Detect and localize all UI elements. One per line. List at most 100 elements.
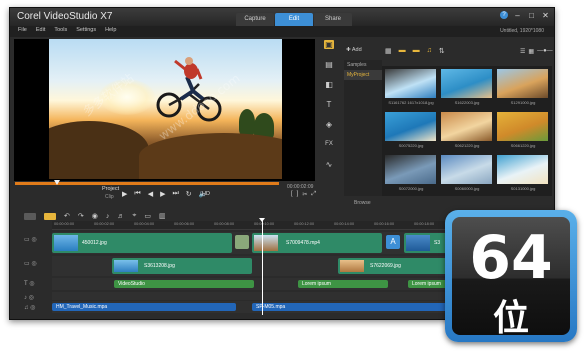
title-bar: Corel VideoStudio X7 Capture Edit Share …	[10, 8, 554, 26]
timeline-clip[interactable]: S7009478.mp4	[252, 233, 382, 253]
clip-name: S3	[434, 240, 441, 246]
audio-clip[interactable]: HM_Travel_Music.mpa	[52, 303, 236, 311]
play-icon[interactable]: ▶	[122, 190, 127, 198]
title-track-head[interactable]: T ◎	[24, 280, 34, 287]
close-icon[interactable]: ✕	[541, 11, 550, 20]
undo-icon[interactable]: ↶	[64, 212, 70, 220]
ruler-tick: 00:00:04:00	[134, 222, 155, 226]
split-icon[interactable]: ✂	[302, 191, 307, 198]
title-clip[interactable]: VideoStudio	[114, 280, 254, 288]
auto-music-icon[interactable]: ♬	[117, 213, 124, 220]
maximize-icon[interactable]: □	[527, 11, 536, 20]
clip-thumbnail	[114, 260, 138, 272]
menu-settings[interactable]: Settings	[76, 27, 96, 33]
library-thumbnail[interactable]	[497, 155, 548, 184]
motion-tracking-icon[interactable]: ⌖	[132, 212, 136, 220]
voice-track-head[interactable]: ♪ ◎	[24, 294, 34, 301]
video-track-head[interactable]: ▭ ◎	[24, 236, 37, 243]
menu-edit[interactable]: Edit	[36, 27, 45, 33]
storyboard-view-icon[interactable]	[24, 212, 36, 220]
next-frame-icon[interactable]: ▶	[160, 190, 165, 198]
multi-camera-icon[interactable]: ▥	[159, 212, 166, 220]
add-folder-button[interactable]: ✚ Add	[346, 47, 362, 53]
library-thumbnail[interactable]	[385, 155, 436, 184]
transition-icon[interactable]: ◧	[324, 80, 334, 89]
previous-frame-icon[interactable]: ◀	[148, 190, 153, 198]
folder-myproject[interactable]: MyProject	[344, 70, 382, 80]
library-thumbnail[interactable]	[385, 112, 436, 141]
show-audio-icon[interactable]: ♫	[427, 47, 432, 55]
overlay-clip[interactable]: S7622069.jpg	[338, 258, 448, 274]
library-scrollbar[interactable]	[554, 66, 555, 194]
badge-number: 64	[469, 223, 553, 293]
media-icon[interactable]: ▣	[324, 40, 334, 49]
home-icon[interactable]: ⏮	[134, 190, 140, 198]
audio-clip[interactable]: SP-M05.mpa	[252, 303, 452, 311]
library-thumbnail[interactable]	[441, 155, 492, 184]
show-photos-icon[interactable]: ▬	[413, 47, 420, 55]
tab-capture[interactable]: Capture	[236, 13, 274, 26]
end-icon[interactable]: ⏭	[172, 190, 178, 198]
help-icon[interactable]: ?	[500, 11, 508, 19]
timeline-playhead[interactable]	[262, 219, 263, 315]
timeline-scrollbar[interactable]	[80, 319, 320, 320]
filter-icon[interactable]: FX	[324, 140, 334, 149]
library-thumbnail[interactable]	[441, 69, 492, 98]
overlay-clip[interactable]: S3613208.jpg	[112, 258, 252, 274]
library-thumbnail[interactable]	[497, 69, 548, 98]
redo-icon[interactable]: ↷	[78, 212, 84, 220]
mark-in-icon[interactable]: [	[291, 191, 293, 198]
repeat-icon[interactable]: ↻	[186, 190, 192, 198]
timeline-view-icon[interactable]	[44, 212, 56, 220]
menu-tools[interactable]: Tools	[54, 27, 67, 33]
sound-mixer-icon[interactable]: ♪	[106, 213, 110, 220]
import-folder-icon[interactable]: ▦	[385, 47, 392, 55]
window-controls: ? – □ ✕	[500, 11, 550, 20]
clip-name: HM_Travel_Music.mpa	[56, 304, 108, 310]
timeline-clip[interactable]: 450012.jpg	[52, 233, 232, 253]
zoom-slider[interactable]: —●—	[537, 48, 553, 55]
subtitle-editor-icon[interactable]: ▭	[144, 212, 151, 220]
path-icon[interactable]: ∿	[324, 160, 334, 169]
music-track-head[interactable]: ♫ ◎	[24, 304, 35, 311]
timecode: 00:00:02:09	[287, 184, 314, 190]
transition-clip[interactable]	[235, 235, 249, 249]
mark-out-icon[interactable]: ]	[297, 191, 299, 198]
transport-controls: ▶ ⏮ ◀ ▶ ⏭ ↻ 🔈	[122, 190, 207, 198]
project-mode-label[interactable]: Project	[102, 186, 119, 192]
tab-share[interactable]: Share	[314, 13, 352, 26]
overlay-track-head[interactable]: ▭ ◎	[24, 260, 37, 267]
minimize-icon[interactable]: –	[513, 11, 522, 20]
thumbnail-view-icon[interactable]: ▦	[528, 48, 534, 55]
graphic-icon[interactable]: ◈	[324, 120, 334, 129]
title-icon[interactable]: T	[324, 100, 334, 109]
clip-name: Lorem ipsum	[302, 281, 331, 287]
instant-project-icon[interactable]: ▤	[324, 60, 334, 69]
clip-thumbnail	[406, 235, 430, 251]
list-view-icon[interactable]: ☰	[520, 48, 525, 55]
transition-icon[interactable]: A	[386, 235, 400, 249]
tab-edit[interactable]: Edit	[275, 13, 313, 26]
library-toolbar: ▦ ▬ ▬ ♫ ⇅	[385, 47, 445, 55]
menu-help[interactable]: Help	[105, 27, 116, 33]
64-bit-badge: 64 位	[445, 210, 577, 342]
sort-icon[interactable]: ⇅	[439, 47, 445, 55]
library-thumbnail[interactable]	[441, 112, 492, 141]
enlarge-icon[interactable]: ⤢	[311, 191, 316, 198]
folder-samples[interactable]: Samples	[344, 60, 382, 70]
show-videos-icon[interactable]: ▬	[399, 47, 406, 55]
menu-file[interactable]: File	[18, 27, 27, 33]
record-capture-icon[interactable]: ◉	[92, 212, 98, 220]
preview-tools: [ ] ✂ ⤢	[291, 191, 316, 198]
project-resolution: Untitled, 1920*1080	[500, 28, 544, 34]
clip-thumbnail	[254, 235, 278, 251]
library-thumbnail[interactable]	[497, 112, 548, 141]
clip-thumbnail	[54, 235, 78, 251]
preview-window[interactable]	[14, 39, 315, 181]
title-clip[interactable]: Lorem ipsum	[298, 280, 388, 288]
hd-preview-label[interactable]: HD	[202, 191, 210, 197]
browse-button[interactable]: Browse	[354, 200, 371, 206]
clip-mode-label[interactable]: Clip	[105, 194, 114, 200]
library-thumbnail[interactable]	[385, 69, 436, 98]
scrubber-handle[interactable]	[54, 180, 60, 185]
